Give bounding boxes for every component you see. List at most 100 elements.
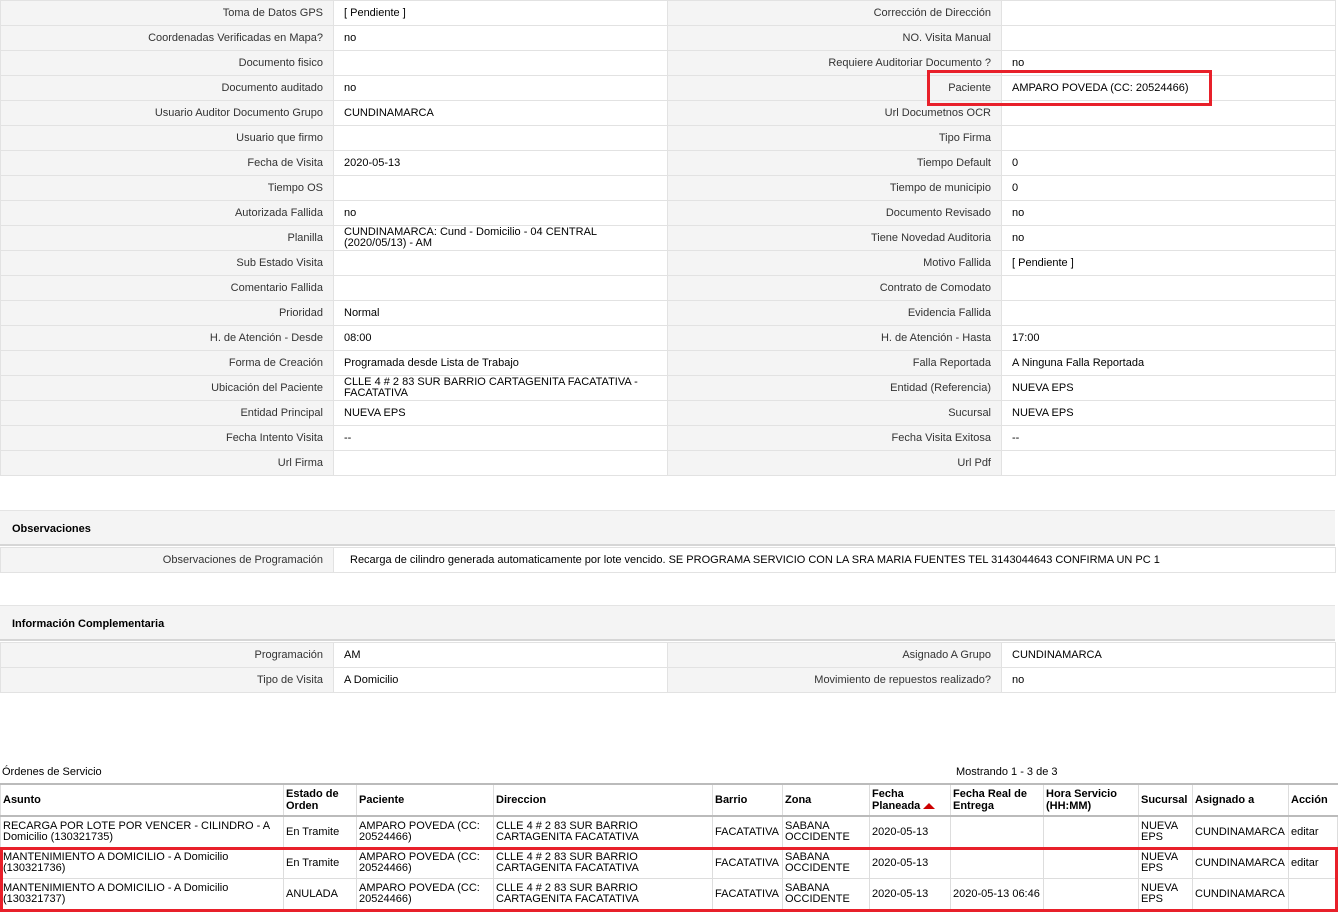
field-value	[1001, 125, 1336, 151]
field-value	[1001, 300, 1336, 326]
table-cell: AMPARO POVEDA (CC: 20524466)	[356, 878, 494, 910]
table-cell: CUNDINAMARCA	[1192, 878, 1289, 910]
observaciones-header: Observaciones	[0, 510, 1335, 546]
table-cell: 2020-05-13	[869, 815, 951, 848]
column-header[interactable]: Zona	[782, 783, 870, 817]
field-label: Usuario que firmo	[0, 125, 334, 151]
column-header[interactable]: Barrio	[712, 783, 783, 817]
column-header[interactable]: Asunto	[0, 783, 284, 817]
orders-table: Asunto Estado de Orden Paciente Direccion Ba…	[0, 783, 1338, 910]
field-label: Programación	[0, 642, 334, 668]
field-label: Usuario Auditor Documento Grupo	[0, 100, 334, 126]
column-header[interactable]: Paciente	[356, 783, 494, 817]
detail-row: H. de Atención - Desde 08:00 H. de Atenció…	[0, 325, 1336, 351]
edit-link[interactable]: editar	[1291, 826, 1319, 838]
table-cell: SABANA OCCIDENTE	[782, 815, 870, 848]
detail-row: Usuario que firmo Tipo Firma	[0, 125, 1336, 151]
edit-link[interactable]: editar	[1291, 857, 1319, 869]
detail-row: Autorizada Fallida no Documento Revisado no	[0, 200, 1336, 226]
field-label: Documento fisico	[0, 50, 334, 76]
column-header[interactable]: Estado de Orden	[283, 783, 357, 817]
field-value: no	[333, 75, 668, 101]
column-header-label: Acción	[1291, 794, 1328, 806]
field-value: AM	[333, 642, 668, 668]
table-cell: NUEVA EPS	[1138, 847, 1193, 879]
sort-ascending-icon[interactable]	[923, 803, 936, 810]
field-value: [ Pendiente ]	[333, 0, 668, 26]
table-cell: CLLE 4 # 2 83 SUR BARRIO CARTAGENITA FAC…	[493, 878, 713, 910]
field-label: Ubicación del Paciente	[0, 375, 334, 401]
field-label: Sub Estado Visita	[0, 250, 334, 276]
table-cell: NUEVA EPS	[1138, 878, 1193, 910]
detail-row: Forma de Creación Programada desde Lista …	[0, 350, 1336, 376]
field-value: A Ninguna Falla Reportada	[1001, 350, 1336, 376]
detail-row: Entidad Principal NUEVA EPS Sucursal NUEVA …	[0, 400, 1336, 426]
field-label: Documento Revisado	[667, 200, 1002, 226]
field-label: Toma de Datos GPS	[0, 0, 334, 26]
field-value	[333, 450, 668, 476]
orders-title: Órdenes de Servicio	[2, 766, 102, 778]
field-label: Fecha Visita Exitosa	[667, 425, 1002, 451]
field-value: 2020-05-13	[333, 150, 668, 176]
column-header[interactable]: Fecha Planeada	[869, 783, 951, 817]
field-value: Recarga de cilindro generada automaticam…	[333, 547, 1336, 573]
detail-row: Documento auditado no Paciente AMPARO POVED…	[0, 75, 1336, 101]
field-label: Coordenadas Verificadas en Mapa?	[0, 25, 334, 51]
table-cell	[1288, 878, 1338, 910]
field-label: Tiempo Default	[667, 150, 1002, 176]
field-label: Tiempo OS	[0, 175, 334, 201]
table-row: RECARGA POR LOTE POR VENCER - CILINDRO -…	[0, 815, 1338, 848]
field-label: Asignado A Grupo	[667, 642, 1002, 668]
field-value: CUNDINAMARCA	[1001, 642, 1336, 668]
observaciones-row: Observaciones de Programación Recarga de…	[0, 547, 1336, 573]
column-header[interactable]: Acción	[1288, 783, 1338, 817]
column-header-label: Paciente	[359, 794, 405, 806]
field-label: Tiempo de municipio	[667, 175, 1002, 201]
column-header[interactable]: Hora Servicio (HH:MM)	[1043, 783, 1139, 817]
column-header[interactable]: Sucursal	[1138, 783, 1193, 817]
field-label: Url Documetnos OCR	[667, 100, 1002, 126]
table-cell: CUNDINAMARCA	[1192, 847, 1289, 879]
complementaria-header: Información Complementaria	[0, 605, 1335, 641]
field-label: Entidad Principal	[0, 400, 334, 426]
column-header-label: Sucursal	[1141, 794, 1188, 806]
table-cell: SABANA OCCIDENTE	[782, 878, 870, 910]
table-cell: editar	[1288, 815, 1338, 848]
field-value: 08:00	[333, 325, 668, 351]
column-header[interactable]: Asignado a	[1192, 783, 1289, 817]
field-value: CLLE 4 # 2 83 SUR BARRIO CARTAGENITA FAC…	[333, 375, 668, 401]
table-cell	[1043, 847, 1139, 879]
table-cell: En Tramite	[283, 847, 357, 879]
field-label: Evidencia Fallida	[667, 300, 1002, 326]
table-cell: FACATATIVA	[712, 878, 783, 910]
field-label: Observaciones de Programación	[0, 547, 334, 573]
table-cell: AMPARO POVEDA (CC: 20524466)	[356, 847, 494, 879]
field-value	[1001, 275, 1336, 301]
column-header[interactable]: Fecha Real de Entrega	[950, 783, 1044, 817]
field-value: --	[1001, 425, 1336, 451]
table-cell	[950, 815, 1044, 848]
detail-row: Sub Estado Visita Motivo Fallida[ Pendien…	[0, 250, 1336, 276]
detail-row: Comentario Fallida Contrato de Comodato	[0, 275, 1336, 301]
visit-detail-table: Toma de Datos GPS[ Pendiente ] Corrección…	[0, 0, 1336, 476]
field-value	[1001, 0, 1336, 26]
field-value: NUEVA EPS	[333, 400, 668, 426]
column-header[interactable]: Direccion	[493, 783, 713, 817]
field-label: Motivo Fallida	[667, 250, 1002, 276]
table-cell: MANTENIMIENTO A DOMICILIO - A Domicilio …	[0, 847, 284, 879]
table-row: MANTENIMIENTO A DOMICILIO - A Domicilio …	[0, 847, 1338, 879]
field-value: 0	[1001, 150, 1336, 176]
table-cell: CLLE 4 # 2 83 SUR BARRIO CARTAGENITA FAC…	[493, 847, 713, 879]
field-label: Movimiento de repuestos realizado?	[667, 667, 1002, 693]
field-label: Contrato de Comodato	[667, 275, 1002, 301]
complementaria-table: Programación AM Asignado A Grupo CUNDINAMAR…	[0, 642, 1336, 693]
field-value: [ Pendiente ]	[1001, 250, 1336, 276]
column-header-label: Barrio	[715, 794, 748, 806]
field-value	[1001, 100, 1336, 126]
detail-row: Documento fisico Requiere Auditoriar Docu…	[0, 50, 1336, 76]
detail-row: Toma de Datos GPS[ Pendiente ] Corrección…	[0, 0, 1336, 26]
column-header-label: Fecha Real de Entrega	[953, 788, 1027, 812]
field-value: no	[1001, 200, 1336, 226]
detail-row: Url Firma Url Pdf	[0, 450, 1336, 476]
field-label: Paciente	[667, 75, 1002, 101]
